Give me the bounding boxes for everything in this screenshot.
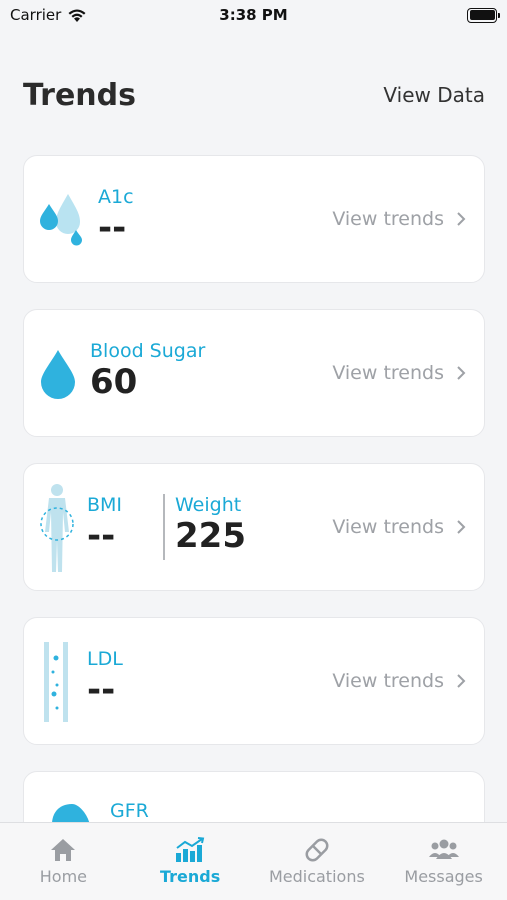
people-icon bbox=[428, 839, 459, 859]
blood-drop-icon bbox=[41, 350, 75, 399]
view-data-link[interactable]: View Data bbox=[383, 83, 485, 107]
weight-value: 225 bbox=[175, 516, 246, 556]
trends-icon bbox=[176, 837, 205, 862]
tab-bar: Home Trends Medications Messages bbox=[0, 822, 507, 900]
chevron-right-icon bbox=[457, 366, 466, 380]
status-left: Carrier bbox=[10, 6, 87, 24]
view-trends-label: View trends bbox=[332, 670, 444, 692]
tab-trends[interactable]: Trends bbox=[127, 823, 254, 900]
blood-sugar-view-trends[interactable]: View trends bbox=[332, 362, 466, 384]
page-title: Trends bbox=[23, 77, 136, 113]
view-trends-label: View trends bbox=[332, 516, 444, 538]
tab-trends-label: Trends bbox=[159, 867, 221, 886]
a1c-value: -- bbox=[98, 208, 127, 248]
blood-sugar-card[interactable]: Blood Sugar 60 View trends bbox=[23, 309, 485, 437]
battery-icon bbox=[467, 7, 500, 23]
weight-metric: Weight 225 bbox=[175, 494, 246, 555]
status-bar: Carrier 3:38 PM bbox=[0, 0, 507, 30]
blood-sugar-value: 60 bbox=[90, 362, 138, 402]
ldl-label: LDL bbox=[87, 648, 123, 670]
vessel-icon bbox=[44, 642, 68, 722]
chevron-right-icon bbox=[457, 520, 466, 534]
body-icon bbox=[40, 484, 74, 572]
bmi-weight-card[interactable]: BMI -- Weight 225 View trends bbox=[23, 463, 485, 591]
tab-medications-label: Medications bbox=[268, 867, 365, 886]
view-trends-label: View trends bbox=[332, 208, 444, 230]
a1c-view-trends[interactable]: View trends bbox=[332, 208, 466, 230]
page-header: Trends View Data bbox=[23, 70, 485, 120]
a1c-metric: A1c -- bbox=[98, 186, 134, 247]
gfr-label: GFR bbox=[110, 800, 149, 822]
tab-medications[interactable]: Medications bbox=[254, 823, 381, 900]
ldl-value: -- bbox=[87, 670, 116, 710]
view-trends-label: View trends bbox=[332, 362, 444, 384]
ldl-metric: LDL -- bbox=[87, 648, 123, 709]
tab-home[interactable]: Home bbox=[0, 823, 127, 900]
metric-divider bbox=[163, 494, 165, 560]
ldl-view-trends[interactable]: View trends bbox=[332, 670, 466, 692]
carrier-label: Carrier bbox=[10, 6, 62, 24]
blood-sugar-metric: Blood Sugar 60 bbox=[90, 340, 205, 401]
bmi-value: -- bbox=[87, 516, 116, 556]
bmi-view-trends[interactable]: View trends bbox=[332, 516, 466, 538]
gfr-metric: GFR bbox=[110, 800, 149, 822]
tab-messages[interactable]: Messages bbox=[380, 823, 507, 900]
chevron-right-icon bbox=[457, 674, 466, 688]
a1c-label: A1c bbox=[98, 186, 134, 208]
drops-icon bbox=[40, 194, 82, 246]
tab-messages-label: Messages bbox=[404, 867, 483, 886]
blood-sugar-label: Blood Sugar bbox=[90, 340, 206, 362]
tab-home-label: Home bbox=[39, 867, 87, 886]
weight-label: Weight bbox=[175, 494, 242, 516]
home-icon bbox=[51, 839, 76, 861]
bmi-label: BMI bbox=[87, 494, 123, 516]
ldl-card[interactable]: LDL -- View trends bbox=[23, 617, 485, 745]
wifi-icon bbox=[68, 9, 86, 22]
pill-icon bbox=[305, 838, 329, 862]
chevron-right-icon bbox=[457, 212, 466, 226]
a1c-card[interactable]: A1c -- View trends bbox=[23, 155, 485, 283]
bmi-metric: BMI -- bbox=[87, 494, 122, 555]
